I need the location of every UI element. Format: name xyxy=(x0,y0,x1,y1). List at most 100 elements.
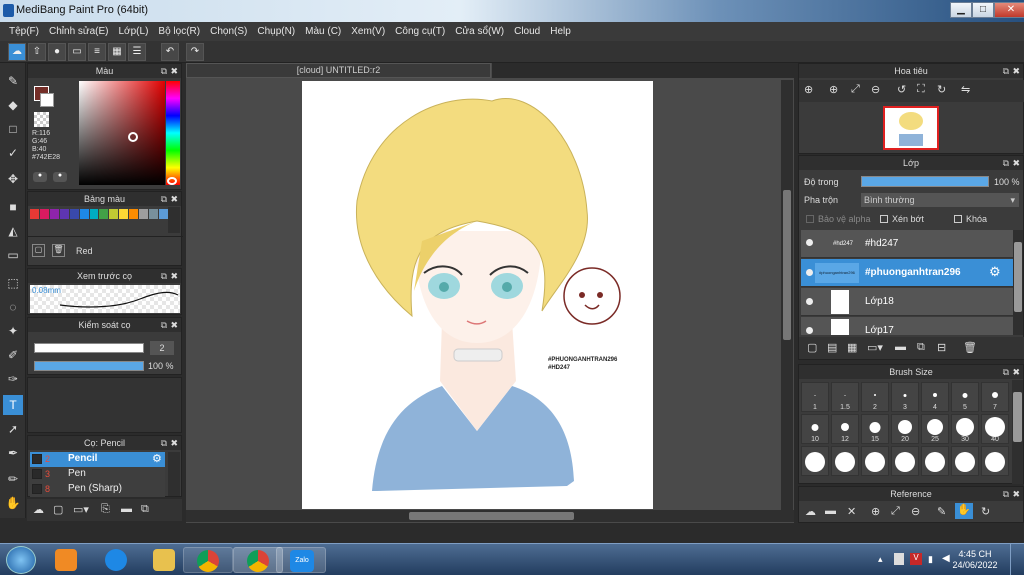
hand-tool-icon[interactable]: ✋ xyxy=(955,503,973,519)
windows-start-icon[interactable] xyxy=(6,546,36,574)
grid-icon[interactable]: ▦ xyxy=(108,43,126,61)
chat-icon[interactable]: ▭ xyxy=(68,43,86,61)
magic-wand-icon[interactable]: ✦ xyxy=(3,321,23,341)
flip-icon[interactable]: ⇋ xyxy=(961,83,970,96)
internet-explorer-icon[interactable] xyxy=(92,547,142,573)
brush-size-option[interactable]: 15 xyxy=(861,414,889,444)
brush-size-option[interactable]: 5 xyxy=(951,382,979,412)
brush-size-option[interactable]: 7 xyxy=(981,382,1009,412)
transparent-swatch[interactable] xyxy=(34,112,49,127)
blend-mode-select[interactable]: Bình thường ▾ xyxy=(861,193,1019,207)
rotate-icon[interactable]: ↻ xyxy=(981,505,990,518)
cloud-icon[interactable]: ☁ xyxy=(805,505,816,518)
rotate-right-icon[interactable]: ↻ xyxy=(937,83,946,96)
palette-swatch[interactable] xyxy=(158,209,168,219)
panel-close-icon[interactable]: ✖ xyxy=(1012,487,1020,501)
brush-size-option[interactable]: 40 xyxy=(981,414,1009,444)
menu-snap[interactable]: Chụp(N) xyxy=(252,26,300,37)
palette-swatch[interactable] xyxy=(99,209,109,219)
vertical-scroll-thumb[interactable] xyxy=(783,190,791,340)
palette-swatch[interactable] xyxy=(39,209,49,219)
zoom-out-icon[interactable]: ⊖ xyxy=(871,83,880,96)
tray-network-icon[interactable]: ▮ xyxy=(928,554,933,565)
clipping-checkbox[interactable] xyxy=(880,215,888,223)
panel-close-icon[interactable]: ✖ xyxy=(170,318,178,332)
palette-swatch[interactable] xyxy=(119,209,129,219)
divide-tool-icon[interactable]: ✒ xyxy=(3,443,23,463)
brush-size-value[interactable]: 2 xyxy=(150,341,174,355)
brush-size-option[interactable]: 1.5 xyxy=(831,382,859,412)
brush-size-option[interactable] xyxy=(951,446,979,476)
brush-item[interactable]: 3 Pen xyxy=(30,467,165,482)
eyedropper-icon[interactable]: ✏ xyxy=(3,469,23,489)
brush-size-scroll-thumb[interactable] xyxy=(1013,392,1022,442)
panel-close-icon[interactable]: ✖ xyxy=(170,192,178,206)
rotate-left-icon[interactable]: ↺ xyxy=(897,83,906,96)
color-picker-icon[interactable]: ● xyxy=(33,172,47,182)
menu-tools[interactable]: Công cụ(T) xyxy=(390,26,450,37)
gradient-tool-icon[interactable]: ▭ xyxy=(3,245,23,265)
hue-slider[interactable] xyxy=(166,81,180,185)
dock-icon[interactable]: ⧉ xyxy=(161,64,167,78)
minimize-button[interactable]: ▁ xyxy=(950,2,972,18)
menu-filter[interactable]: Bộ lọc(R) xyxy=(153,26,205,37)
dock-icon[interactable]: ⧉ xyxy=(1003,156,1009,170)
media-player-icon[interactable] xyxy=(42,547,92,573)
palette-swatch[interactable] xyxy=(129,209,139,219)
new-8bit-layer-icon[interactable]: ▦ xyxy=(847,341,857,354)
layer-opacity-slider[interactable] xyxy=(861,176,989,187)
brush-size-option[interactable]: 4 xyxy=(921,382,949,412)
document-tab[interactable]: [cloud] UNTITLED:r2 xyxy=(186,63,491,78)
open-folder-icon[interactable]: ▬ xyxy=(825,505,836,517)
list-icon[interactable]: ☰ xyxy=(128,43,146,61)
copy-brush-icon[interactable]: ⎘ xyxy=(101,503,110,516)
fit-icon[interactable]: ⤢ xyxy=(891,505,900,518)
brush-size-option[interactable] xyxy=(831,446,859,476)
close-button[interactable]: ✕ xyxy=(994,2,1024,18)
brush-size-option[interactable]: 1 xyxy=(801,382,829,412)
palette-swatch[interactable] xyxy=(59,209,69,219)
menu-help[interactable]: Help xyxy=(545,26,576,37)
canvas-horizontal-scrollbar[interactable] xyxy=(186,510,794,522)
brush-size-option[interactable] xyxy=(891,446,919,476)
zoom-in-icon[interactable]: ⊕ xyxy=(804,83,813,96)
panel-close-icon[interactable]: ✖ xyxy=(170,64,178,78)
dock-icon[interactable]: ⧉ xyxy=(1003,365,1009,379)
dock-icon[interactable]: ⧉ xyxy=(161,318,167,332)
duplicate-layer-icon[interactable]: ⧉ xyxy=(917,341,925,354)
brush-size-option[interactable]: 3 xyxy=(891,382,919,412)
eye-icon[interactable] xyxy=(806,298,813,305)
menu-view[interactable]: Xem(V) xyxy=(346,26,390,37)
brush-size-option[interactable] xyxy=(921,446,949,476)
palette-swatch[interactable] xyxy=(149,209,158,219)
palette-swatch[interactable] xyxy=(89,209,99,219)
cloud-brush-icon[interactable]: ☁ xyxy=(33,503,44,516)
dock-icon[interactable]: ⧉ xyxy=(1003,487,1009,501)
brush-item[interactable]: 2 Pencil ⚙ xyxy=(30,452,165,467)
brush-size-option[interactable] xyxy=(861,446,889,476)
duplicate-icon[interactable]: ⧉ xyxy=(141,503,149,516)
layer-row[interactable]: Lớp17 xyxy=(801,317,1013,335)
dock-icon[interactable]: ⧉ xyxy=(1003,64,1009,78)
zalo-icon[interactable]: Zalo xyxy=(276,547,326,573)
zoom-in-icon[interactable]: ⊕ xyxy=(871,505,880,518)
protect-alpha-checkbox[interactable] xyxy=(806,215,814,223)
menu-layer[interactable]: Lớp(L) xyxy=(114,26,154,37)
tray-volume-icon[interactable]: ◀ xyxy=(942,553,950,564)
fit-icon[interactable]: ⤢ xyxy=(851,83,860,96)
palette-swatch[interactable] xyxy=(49,209,59,219)
fill-rect-tool-icon[interactable]: ■ xyxy=(3,197,23,217)
palette-swatch[interactable] xyxy=(109,209,119,219)
delete-layer-icon[interactable]: 🗑 xyxy=(963,341,977,354)
add-layer-menu-icon[interactable]: ▭▾ xyxy=(867,341,883,354)
menu-cloud[interactable]: Cloud xyxy=(509,26,545,37)
maximize-button[interactable]: □ xyxy=(972,2,994,18)
layer-row[interactable]: Lớp18 xyxy=(801,288,1013,316)
brush-size-option[interactable] xyxy=(981,446,1009,476)
cloud-icon[interactable]: ☁ xyxy=(8,43,26,61)
brush-size-scrollbar[interactable] xyxy=(1012,380,1023,484)
eye-icon[interactable] xyxy=(806,239,813,246)
hue-cursor[interactable] xyxy=(167,177,177,185)
brush-size-option[interactable]: 30 xyxy=(951,414,979,444)
panel-close-icon[interactable]: ✖ xyxy=(170,436,178,450)
